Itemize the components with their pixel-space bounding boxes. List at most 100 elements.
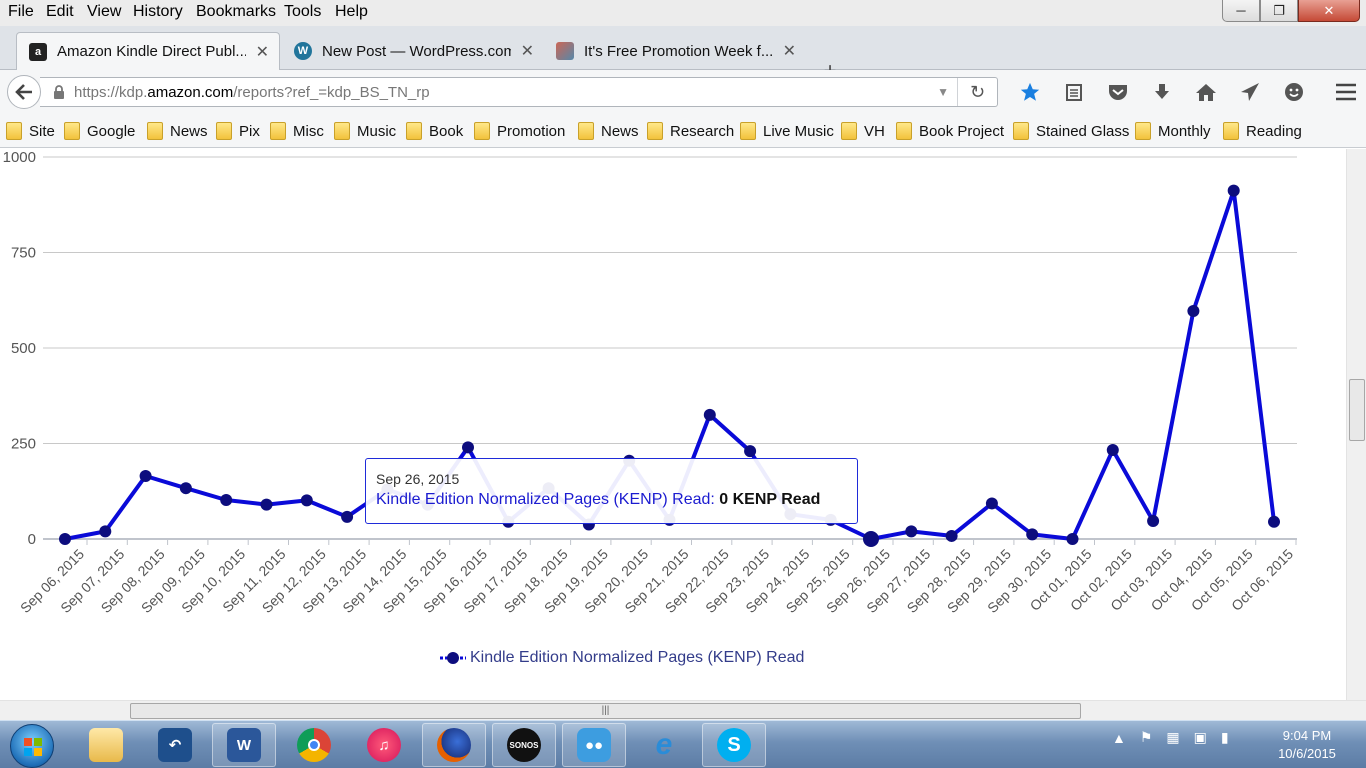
taskbar-messenger[interactable]: ●● (562, 723, 626, 767)
bookmark-folder-news-2[interactable]: News (578, 120, 639, 142)
menu-tools[interactable]: Tools (276, 3, 329, 21)
bookmark-folder-site[interactable]: Site (6, 120, 55, 142)
bookmark-folder-music[interactable]: Music (334, 120, 396, 142)
data-point[interactable] (985, 497, 998, 510)
bookmark-label: Misc (293, 122, 324, 140)
menu-history[interactable]: History (125, 3, 191, 21)
data-point[interactable] (59, 533, 71, 545)
bookmark-folder-google[interactable]: Google (64, 120, 135, 142)
start-button[interactable] (10, 724, 54, 768)
chart-legend[interactable]: Kindle Edition Normalized Pages (KENP) R… (440, 649, 804, 667)
taskbar-firefox[interactable] (422, 723, 486, 767)
system-clock[interactable]: 9:04 PM 10/6/2015 (1262, 727, 1352, 763)
reading-list-button[interactable] (1052, 78, 1096, 106)
data-point[interactable] (1187, 304, 1200, 317)
legend-label: Kindle Edition Normalized Pages (KENP) R… (470, 649, 805, 666)
data-point[interactable] (1147, 515, 1160, 528)
taskbar-word[interactable]: W (212, 723, 276, 767)
data-point[interactable] (99, 525, 112, 538)
taskbar-sonos[interactable]: SONOS (492, 723, 556, 767)
windows-update-icon[interactable]: ▣ (1194, 729, 1207, 746)
bookmark-folder-research[interactable]: Research (647, 120, 734, 142)
horizontal-scrollbar[interactable]: ||| (0, 700, 1366, 720)
back-button[interactable] (7, 75, 41, 109)
bookmark-star-button[interactable] (1008, 78, 1052, 106)
data-point[interactable] (1268, 515, 1280, 528)
tab-amazon-kdp[interactable]: a Amazon Kindle Direct Publ... ✕ (16, 32, 280, 70)
bookmark-label: Live Music (763, 122, 834, 140)
taskbar-skype[interactable]: S (702, 723, 766, 767)
network-icon[interactable]: ▦ (1166, 729, 1179, 746)
tab-close-icon[interactable]: ✕ (521, 41, 534, 61)
downloads-button[interactable] (1140, 78, 1184, 106)
data-point[interactable] (462, 441, 474, 454)
data-point[interactable] (1227, 184, 1240, 197)
menu-bookmarks[interactable]: Bookmarks (188, 3, 284, 21)
bookmark-folder-book[interactable]: Book (406, 120, 463, 142)
data-point[interactable] (863, 531, 879, 547)
url-text[interactable]: https://kdp.amazon.com/reports?ref_=kdp_… (74, 84, 430, 101)
folder-icon (578, 122, 594, 140)
bookmark-folder-book-project[interactable]: Book Project (896, 120, 1004, 142)
bookmark-folder-live-music[interactable]: Live Music (740, 120, 834, 142)
data-point[interactable] (945, 529, 958, 542)
menu-edit[interactable]: Edit (38, 3, 82, 21)
data-point[interactable] (905, 525, 918, 538)
bookmark-folder-pix[interactable]: Pix (216, 120, 260, 142)
battery-icon[interactable]: ▮ (1221, 729, 1229, 746)
close-window-button[interactable]: ✕ (1298, 0, 1360, 22)
vertical-scroll-thumb[interactable] (1349, 379, 1365, 441)
reload-button[interactable]: ↻ (957, 78, 997, 106)
vertical-scrollbar[interactable] (1346, 149, 1366, 700)
menu-help[interactable]: Help (327, 3, 376, 21)
tab-wordpress[interactable]: W New Post — WordPress.com ✕ (282, 32, 544, 70)
windows-explorer-icon (89, 728, 123, 762)
pocket-button[interactable] (1096, 78, 1140, 106)
menu-file[interactable]: File (0, 3, 42, 21)
tray-expand-icon[interactable]: ▲ (1112, 730, 1126, 746)
bookmark-folder-reading[interactable]: Reading (1223, 120, 1302, 142)
taskbar-rdp[interactable]: ↶ (143, 723, 207, 767)
data-point[interactable] (341, 510, 354, 523)
data-point[interactable] (703, 408, 716, 421)
clipboard-icon (1066, 84, 1082, 101)
horizontal-scroll-thumb[interactable]: ||| (130, 703, 1081, 719)
minimize-button[interactable]: ─ (1222, 0, 1260, 22)
folder-icon (841, 122, 857, 140)
url-bar[interactable]: https://kdp.amazon.com/reports?ref_=kdp_… (40, 77, 998, 107)
data-point[interactable] (1106, 443, 1119, 456)
taskbar-chrome[interactable] (282, 723, 346, 767)
action-center-flag-icon[interactable]: ⚑ (1140, 729, 1153, 746)
menu-view[interactable]: View (79, 3, 129, 21)
data-point[interactable] (744, 445, 757, 458)
bookmark-label: Google (87, 122, 136, 140)
bookmark-folder-promotion[interactable]: Promotion (474, 120, 565, 142)
data-point[interactable] (179, 482, 192, 495)
data-point[interactable] (220, 494, 233, 507)
history-dropdown-icon[interactable]: ▼ (937, 85, 949, 99)
tab-close-icon[interactable]: ✕ (783, 41, 796, 61)
bookmark-folder-monthly[interactable]: Monthly (1135, 120, 1211, 142)
home-button[interactable] (1184, 78, 1228, 106)
taskbar-ie[interactable]: e (632, 723, 696, 767)
menu-button[interactable] (1324, 78, 1366, 106)
back-arrow-icon (15, 84, 32, 100)
data-point[interactable] (1066, 533, 1079, 545)
data-point[interactable] (260, 498, 273, 511)
data-point[interactable] (300, 494, 313, 507)
bookmark-folder-news[interactable]: News (147, 120, 208, 142)
bookmark-folder-stained-glass[interactable]: Stained Glass (1013, 120, 1129, 142)
bookmark-folder-vh[interactable]: VH (841, 120, 885, 142)
taskbar-itunes[interactable]: ♫ (352, 723, 416, 767)
clock-date: 10/6/2015 (1278, 746, 1336, 761)
tab-free-promotion[interactable]: It's Free Promotion Week f... ✕ (544, 32, 806, 70)
send-button[interactable] (1228, 78, 1272, 106)
data-point[interactable] (1026, 528, 1039, 541)
maximize-button[interactable]: ❐ (1260, 0, 1298, 22)
hello-button[interactable] (1272, 78, 1316, 106)
tab-close-icon[interactable]: ✕ (256, 42, 269, 62)
folder-icon (1013, 122, 1029, 140)
taskbar-explorer[interactable] (74, 723, 138, 767)
data-point[interactable] (139, 469, 152, 482)
bookmark-folder-misc[interactable]: Misc (270, 120, 324, 142)
